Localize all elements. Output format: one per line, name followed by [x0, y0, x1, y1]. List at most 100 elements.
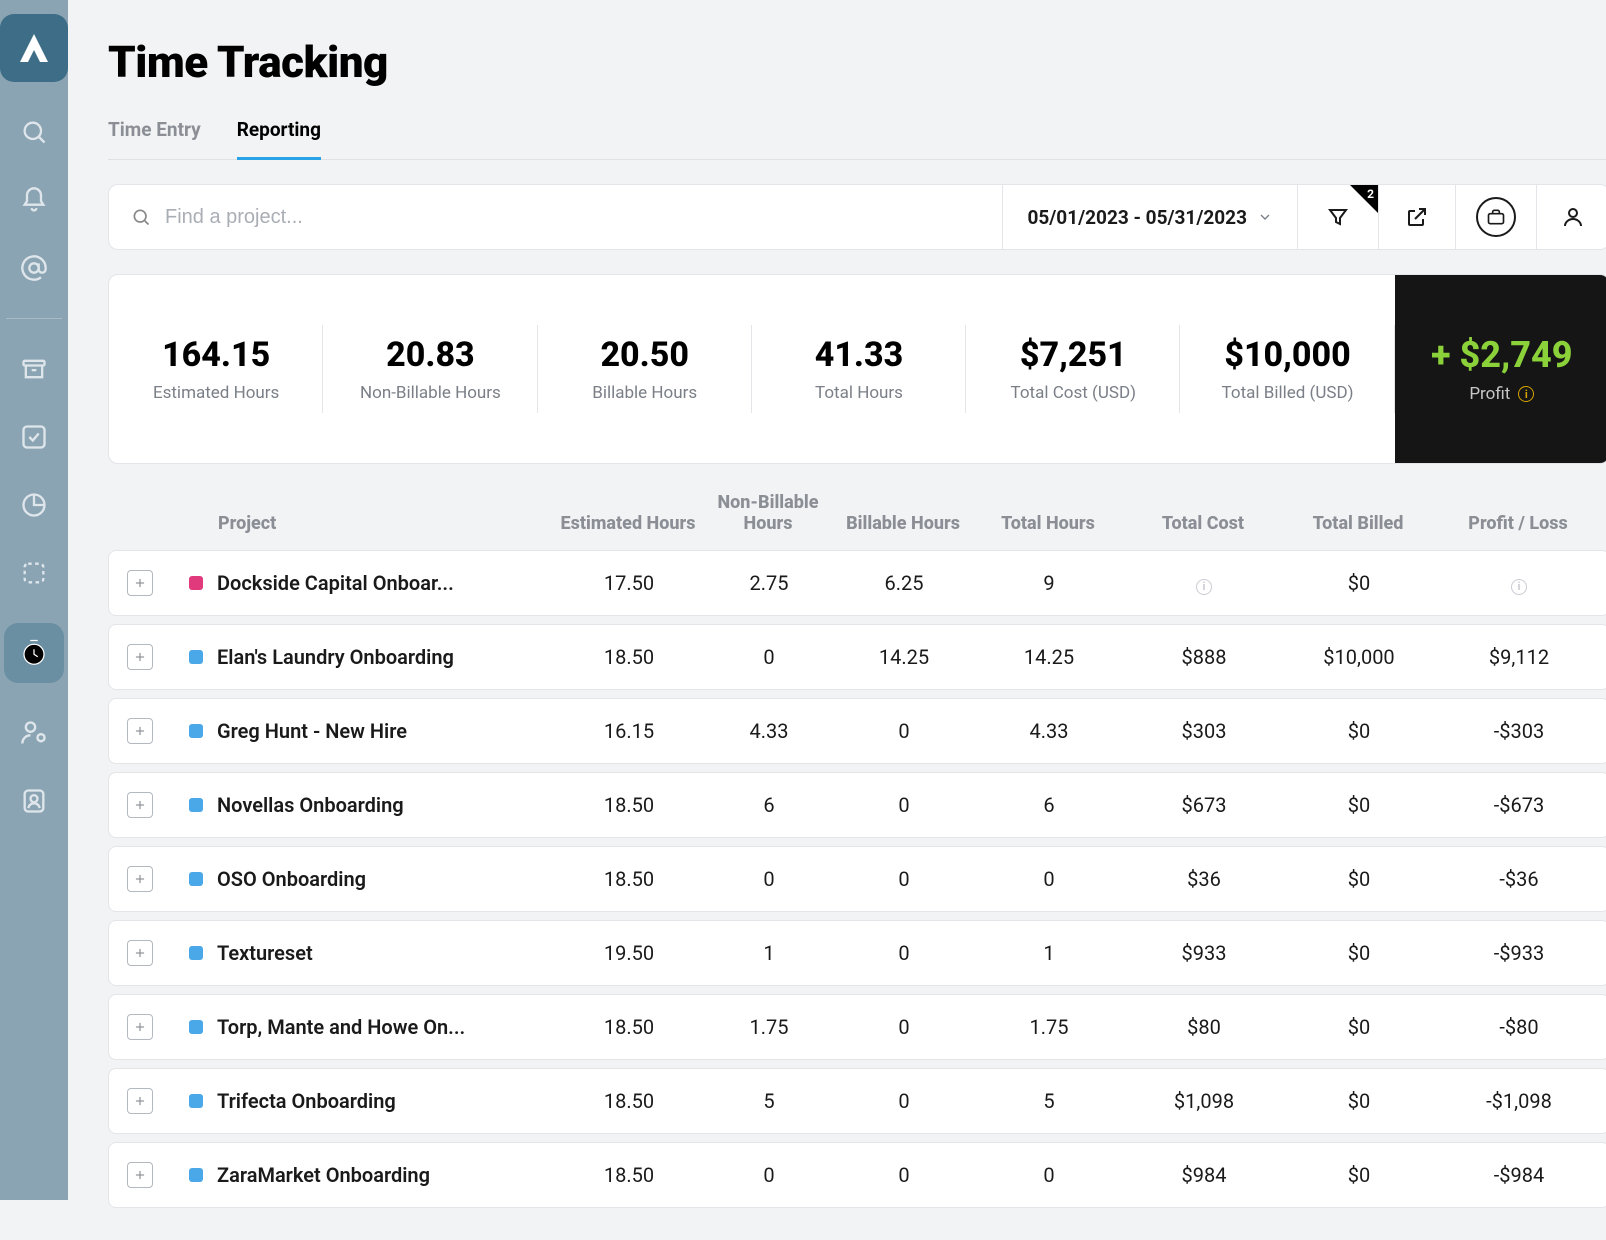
expand-button[interactable] — [127, 792, 153, 818]
table-row: Elan's Laundry Onboarding18.50014.2514.2… — [108, 624, 1606, 690]
summary-total-cost: $7,251 Total Cost (USD) — [966, 275, 1180, 463]
summary-value: 164.15 — [162, 335, 270, 375]
project-color-swatch — [189, 650, 203, 664]
sidebar — [0, 0, 68, 1200]
cell-billed: $0 — [1279, 1163, 1439, 1187]
cell-estimated: 19.50 — [559, 941, 699, 965]
project-cell[interactable]: Novellas Onboarding — [189, 793, 559, 817]
project-cell[interactable]: ZaraMarket Onboarding — [189, 1163, 559, 1187]
tasks-icon[interactable] — [16, 419, 52, 455]
project-color-swatch — [189, 576, 203, 590]
summary-value: 41.33 — [815, 335, 904, 375]
cell-cost: $673 — [1129, 793, 1279, 817]
info-icon[interactable]: i — [1196, 579, 1212, 595]
summary-label: Total Billed (USD) — [1222, 383, 1354, 403]
notifications-icon[interactable] — [16, 182, 52, 218]
cell-profit: -$984 — [1439, 1163, 1599, 1187]
project-search-input[interactable] — [165, 206, 980, 229]
info-icon[interactable]: i — [1518, 386, 1534, 402]
user-button[interactable] — [1536, 185, 1606, 249]
briefcase-icon — [1476, 197, 1516, 237]
summary-total-billed: $10,000 Total Billed (USD) — [1180, 275, 1394, 463]
app-logo[interactable] — [0, 14, 68, 82]
cell-nonbillable: 2.75 — [699, 571, 839, 595]
cell-cost: $1,098 — [1129, 1089, 1279, 1113]
expand-button[interactable] — [127, 570, 153, 596]
project-cell[interactable]: Greg Hunt - New Hire — [189, 719, 559, 743]
tab-reporting[interactable]: Reporting — [237, 106, 321, 160]
cell-estimated: 18.50 — [559, 1015, 699, 1039]
project-cell[interactable]: Textureset — [189, 941, 559, 965]
cell-billable: 0 — [839, 1015, 969, 1039]
cell-billable: 14.25 — [839, 645, 969, 669]
summary-non-billable-hours: 20.83 Non-Billable Hours — [323, 275, 537, 463]
profit-label-text: Profit — [1469, 384, 1510, 404]
expand-button[interactable] — [127, 1162, 153, 1188]
project-color-swatch — [189, 724, 203, 738]
expand-button[interactable] — [127, 718, 153, 744]
date-range-picker[interactable]: 05/01/2023 - 05/31/2023 — [1002, 185, 1297, 249]
cell-total: 6 — [969, 793, 1129, 817]
cell-total: 9 — [969, 571, 1129, 595]
cell-nonbillable: 0 — [699, 645, 839, 669]
external-link-icon — [1405, 205, 1429, 229]
project-cell[interactable]: Elan's Laundry Onboarding — [189, 645, 559, 669]
project-cell[interactable]: Torp, Mante and Howe On... — [189, 1015, 559, 1039]
main-content: Time Tracking Time Entry Reporting 05/01… — [68, 0, 1606, 1200]
user-settings-icon[interactable] — [16, 715, 52, 751]
table-header: Project Estimated Hours Non-Billable Hou… — [108, 492, 1606, 550]
cell-total: 0 — [969, 1163, 1129, 1187]
page-title: Time Tracking — [108, 36, 1606, 88]
project-color-swatch — [189, 872, 203, 886]
cell-billable: 0 — [839, 867, 969, 891]
summary-label: Total Cost (USD) — [1011, 383, 1137, 403]
summary-profit: + $2,749 Profit i — [1395, 275, 1606, 463]
col-total: Total Hours — [968, 513, 1128, 534]
project-name: OSO Onboarding — [217, 867, 366, 891]
summary-total-hours: 41.33 Total Hours — [752, 275, 966, 463]
cell-total: 1 — [969, 941, 1129, 965]
table-row: ZaraMarket Onboarding18.50000$984$0-$984 — [108, 1142, 1606, 1208]
project-cell[interactable]: OSO Onboarding — [189, 867, 559, 891]
templates-icon[interactable] — [16, 555, 52, 591]
cell-profit: -$933 — [1439, 941, 1599, 965]
col-billable: Billable Hours — [838, 513, 968, 534]
expand-button[interactable] — [127, 940, 153, 966]
reports-icon[interactable] — [16, 487, 52, 523]
cell-profit: -$673 — [1439, 793, 1599, 817]
time-tracking-icon[interactable] — [4, 623, 64, 683]
cell-billable: 0 — [839, 1163, 969, 1187]
table-row: Torp, Mante and Howe On...18.501.7501.75… — [108, 994, 1606, 1060]
table-row: Dockside Capital Onboar...17.502.756.259… — [108, 550, 1606, 616]
cell-estimated: 18.50 — [559, 1163, 699, 1187]
cell-total: 14.25 — [969, 645, 1129, 669]
expand-button[interactable] — [127, 1014, 153, 1040]
expand-button[interactable] — [127, 1088, 153, 1114]
project-color-swatch — [189, 1020, 203, 1034]
project-cell[interactable]: Dockside Capital Onboar... — [189, 571, 559, 595]
filter-icon — [1326, 205, 1350, 229]
expand-button[interactable] — [127, 644, 153, 670]
cell-billable: 0 — [839, 719, 969, 743]
mentions-icon[interactable] — [16, 250, 52, 286]
archive-icon[interactable] — [16, 351, 52, 387]
cell-estimated: 16.15 — [559, 719, 699, 743]
project-name: Elan's Laundry Onboarding — [217, 645, 454, 669]
contacts-icon[interactable] — [16, 783, 52, 819]
cell-cost: $303 — [1129, 719, 1279, 743]
col-estimated: Estimated Hours — [558, 513, 698, 534]
info-icon[interactable]: i — [1511, 579, 1527, 595]
search-icon[interactable] — [16, 114, 52, 150]
export-button[interactable] — [1378, 185, 1455, 249]
chevron-down-icon — [1257, 209, 1273, 225]
project-cell[interactable]: Trifecta Onboarding — [189, 1089, 559, 1113]
expand-button[interactable] — [127, 866, 153, 892]
table-row: Trifecta Onboarding18.50505$1,098$0-$1,0… — [108, 1068, 1606, 1134]
briefcase-button[interactable] — [1455, 185, 1536, 249]
projects-table: Project Estimated Hours Non-Billable Hou… — [108, 492, 1606, 1208]
date-range-text: 05/01/2023 - 05/31/2023 — [1027, 206, 1247, 229]
summary-value: 20.83 — [386, 335, 475, 375]
filter-button[interactable]: 2 — [1297, 185, 1378, 249]
cell-cost: i — [1129, 571, 1279, 595]
tab-time-entry[interactable]: Time Entry — [108, 106, 201, 160]
